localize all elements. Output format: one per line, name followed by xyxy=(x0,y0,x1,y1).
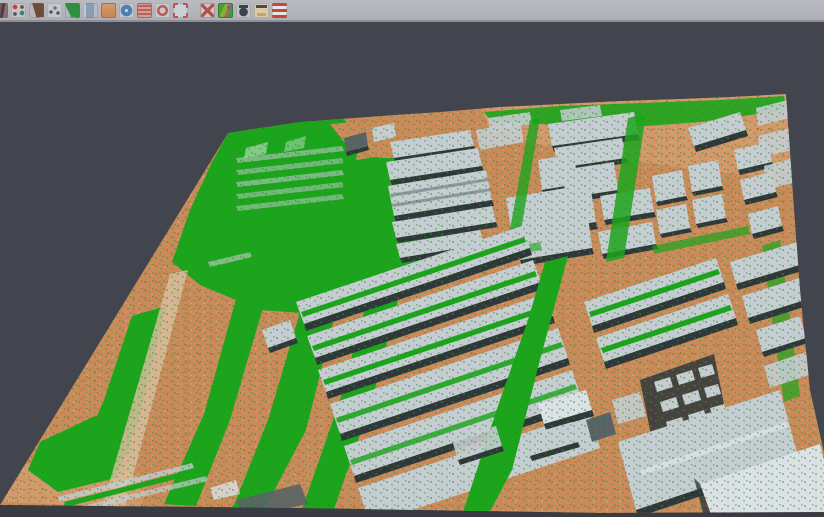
globe-icon[interactable] xyxy=(119,3,134,18)
classify-points-icon[interactable] xyxy=(11,3,26,18)
terrain-render xyxy=(0,0,824,517)
terrain-model-icon[interactable] xyxy=(29,3,44,18)
partial-left-icon[interactable] xyxy=(0,3,8,18)
3d-viewport[interactable] xyxy=(0,0,824,517)
reset-region-icon[interactable] xyxy=(200,3,215,18)
flag-layers-icon[interactable] xyxy=(272,3,287,18)
column-tool-icon[interactable] xyxy=(83,3,98,18)
target-circle-icon[interactable] xyxy=(155,3,170,18)
classification-map-icon[interactable] xyxy=(218,3,233,18)
toolbar xyxy=(0,0,824,22)
grid-layers-icon[interactable] xyxy=(137,3,152,18)
orthophoto-icon[interactable] xyxy=(101,3,116,18)
point-cloud-icon[interactable] xyxy=(47,3,62,18)
selection-bounds-icon[interactable] xyxy=(173,3,188,18)
camera-icon[interactable] xyxy=(236,3,251,18)
vegetation-layer-icon[interactable] xyxy=(65,3,80,18)
timeline-icon[interactable] xyxy=(254,3,269,18)
